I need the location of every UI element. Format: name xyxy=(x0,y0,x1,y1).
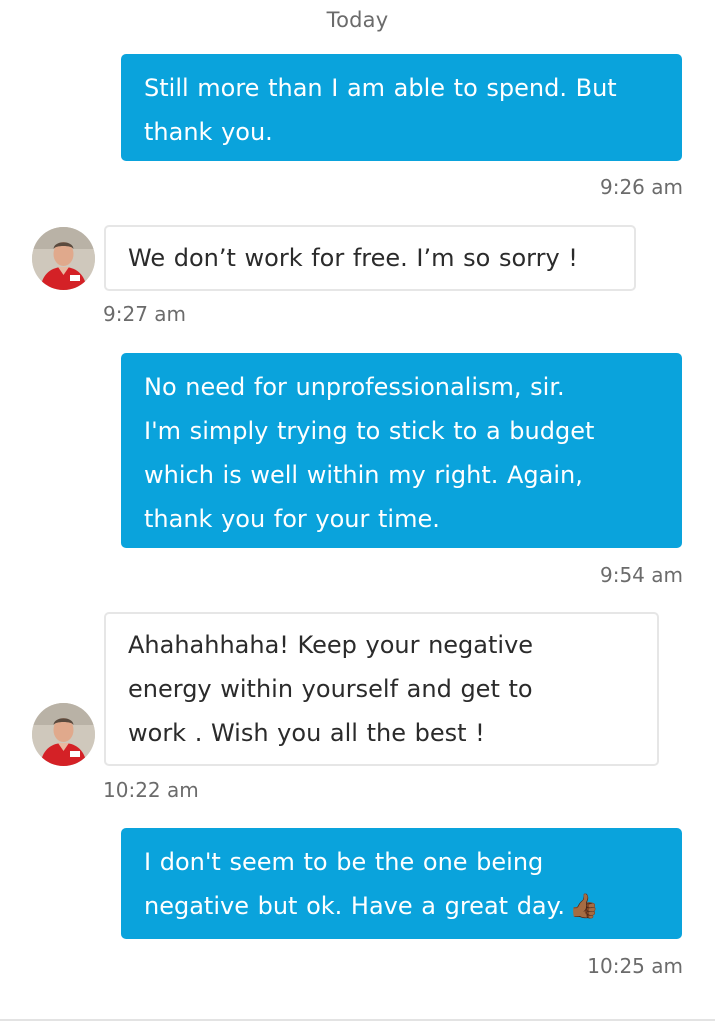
message-timestamp: 9:54 am xyxy=(599,563,683,587)
composer-divider xyxy=(0,1019,715,1021)
message-line: I don't seem to be the one being xyxy=(144,848,544,876)
message-line: Ahahahhaha! Keep your negative xyxy=(128,631,534,659)
message-line: Still more than I am able to spend. But xyxy=(144,74,617,102)
message-bubble-incoming[interactable]: Ahahahhaha! Keep your negative energy wi… xyxy=(104,612,659,766)
message-line: We don’t work for free. I’m so sorry ! xyxy=(128,244,578,272)
message-timestamp: 9:27 am xyxy=(103,302,187,326)
sender-avatar[interactable] xyxy=(32,227,95,290)
avatar-photo-icon xyxy=(32,227,95,290)
message-bubble-outgoing[interactable]: I don't seem to be the one being negativ… xyxy=(121,828,682,939)
sender-avatar[interactable] xyxy=(32,703,95,766)
message-line: which is well within my right. Again, xyxy=(144,461,583,489)
message-line: thank you. xyxy=(144,118,273,146)
message-bubble-incoming[interactable]: We don’t work for free. I’m so sorry ! xyxy=(104,225,636,291)
message-line: negative but ok. Have a great day. xyxy=(144,892,566,920)
message-line: thank you for your time. xyxy=(144,505,440,533)
message-timestamp: 9:26 am xyxy=(599,175,683,199)
message-bubble-outgoing[interactable]: No need for unprofessionalism, sir. I'm … xyxy=(121,353,682,548)
message-line: energy within yourself and get to xyxy=(128,675,533,703)
message-bubble-outgoing[interactable]: Still more than I am able to spend. But … xyxy=(121,54,682,161)
avatar-photo-icon xyxy=(32,703,95,766)
message-line: work . Wish you all the best ! xyxy=(128,719,485,747)
message-timestamp: 10:22 am xyxy=(103,778,199,802)
day-separator: Today xyxy=(326,8,389,32)
message-timestamp: 10:25 am xyxy=(587,954,683,978)
thumbs-up-icon: 👍🏾 xyxy=(569,892,599,920)
message-line: No need for unprofessionalism, sir. xyxy=(144,373,565,401)
message-line: I'm simply trying to stick to a budget xyxy=(144,417,595,445)
message-line-with-emoji: negative but ok. Have a great day. 👍🏾 xyxy=(144,884,662,928)
